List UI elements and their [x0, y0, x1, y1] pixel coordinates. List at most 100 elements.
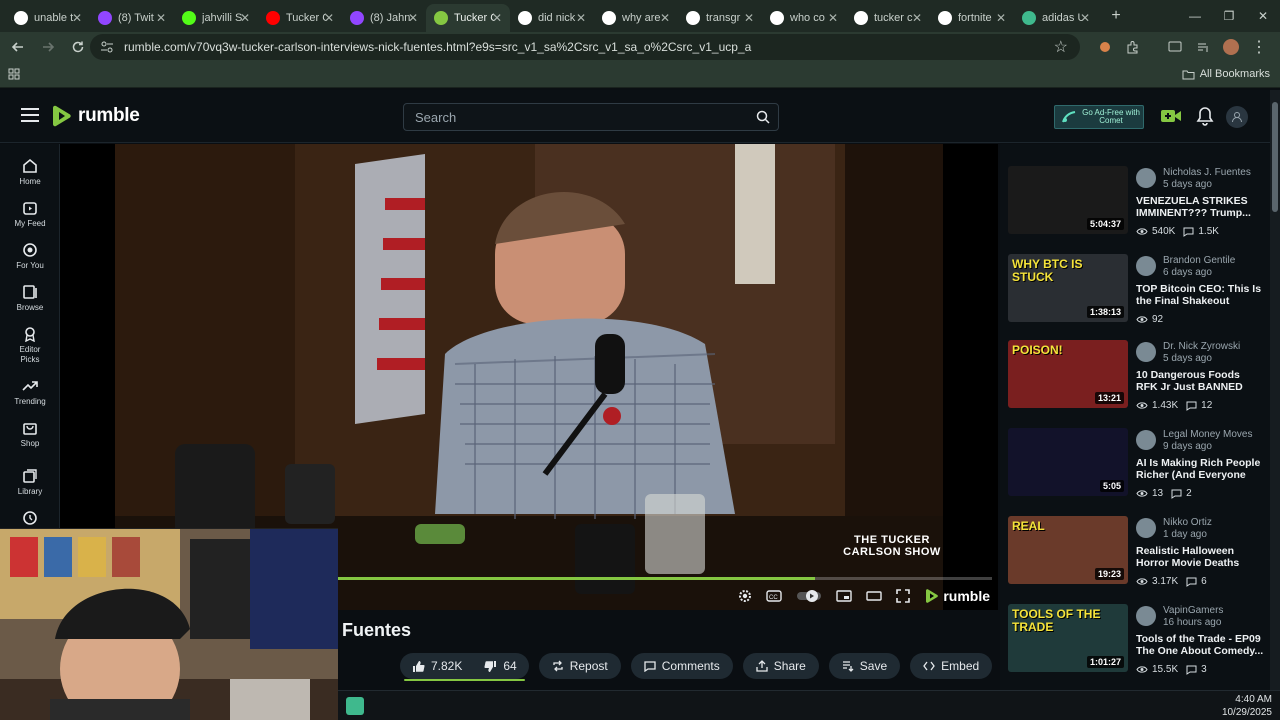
nav-trending[interactable]: Trending	[0, 378, 60, 407]
close-tab-icon[interactable]: ✕	[156, 11, 166, 25]
user-avatar[interactable]	[1226, 106, 1248, 128]
taskbar-app-icon[interactable]	[346, 697, 364, 715]
scrollbar-thumb[interactable]	[1272, 102, 1278, 212]
browser-tab[interactable]: why are ✕	[594, 4, 678, 32]
nav-shop[interactable]: Shop	[0, 420, 60, 449]
close-tab-icon[interactable]: ✕	[912, 11, 922, 25]
extension-icon[interactable]	[1094, 36, 1116, 58]
channel-name[interactable]: VapinGamers	[1163, 605, 1223, 616]
comments-button[interactable]: Comments	[630, 653, 733, 679]
channel-name[interactable]: Nikko Ortiz	[1163, 517, 1212, 528]
omnibox[interactable]: rumble.com/v70vq3w-tucker-carlson-interv…	[90, 34, 1080, 60]
recommendation-item[interactable]: TOOLS OF THE TRADE 1:01:27 VapinGamers 16 h…	[1008, 604, 1266, 684]
thumbs-down-icon[interactable]	[484, 660, 497, 673]
channel-avatar[interactable]	[1136, 168, 1156, 188]
thumbs-up-icon[interactable]	[412, 660, 425, 673]
site-info-icon[interactable]	[100, 40, 114, 54]
fullscreen-icon[interactable]	[896, 589, 911, 603]
profile-avatar[interactable]	[1220, 36, 1242, 58]
system-clock[interactable]: 4:40 AM 10/29/2025	[1222, 693, 1272, 719]
new-tab-button[interactable]: +	[1102, 2, 1130, 30]
upload-video-icon[interactable]	[1160, 107, 1182, 125]
back-button[interactable]	[4, 33, 32, 61]
close-tab-icon[interactable]: ✕	[324, 11, 334, 25]
channel-name[interactable]: Dr. Nick Zyrowski	[1163, 341, 1240, 352]
channel-avatar[interactable]	[1136, 256, 1156, 276]
bookmark-star-icon[interactable]: ☆	[1054, 37, 1068, 57]
progress-bar[interactable]	[338, 577, 992, 580]
all-bookmarks-button[interactable]: All Bookmarks	[1182, 68, 1270, 80]
close-tab-icon[interactable]: ✕	[1080, 11, 1090, 25]
browser-tab[interactable]: adidas U ✕	[1014, 4, 1098, 32]
dislike-count[interactable]: 64	[503, 659, 516, 673]
close-tab-icon[interactable]: ✕	[744, 11, 754, 25]
close-tab-icon[interactable]: ✕	[240, 11, 250, 25]
restore-button[interactable]: ❐	[1212, 0, 1246, 32]
channel-name[interactable]: Nicholas J. Fuentes	[1163, 167, 1251, 178]
go-ad-free-button[interactable]: Go Ad-Free with Comet	[1054, 105, 1144, 129]
recommendation-thumbnail[interactable]: WHY BTC IS STUCK 1:38:13	[1008, 254, 1128, 322]
recommendation-thumbnail[interactable]: TOOLS OF THE TRADE 1:01:27	[1008, 604, 1128, 672]
nav-browse[interactable]: Browse	[0, 284, 60, 313]
browser-tab[interactable]: tucker c ✕	[846, 4, 930, 32]
nav-for-you[interactable]: For You	[0, 242, 60, 271]
browser-tab[interactable]: transgr ✕	[678, 4, 762, 32]
browser-tab[interactable]: did nick ✕	[510, 4, 594, 32]
browser-tab[interactable]: unable t ✕	[6, 4, 90, 32]
forward-button[interactable]	[34, 33, 62, 61]
browser-tab[interactable]: Tucker C ✕	[426, 4, 510, 32]
nav-library[interactable]: Library	[0, 468, 60, 497]
rumble-logo[interactable]: rumble	[50, 104, 140, 128]
recommendation-title[interactable]: TOP Bitcoin CEO: This Is the Final Shake…	[1136, 283, 1264, 307]
channel-name[interactable]: Legal Money Moves	[1163, 429, 1253, 440]
browser-tab[interactable]: who co ✕	[762, 4, 846, 32]
share-button[interactable]: Share	[742, 653, 819, 679]
channel-avatar[interactable]	[1136, 606, 1156, 626]
recommendation-title[interactable]: 10 Dangerous Foods RFK Jr Just BANNED	[1136, 369, 1264, 393]
nav-editor-picks[interactable]: Editor Picks	[0, 326, 60, 365]
close-tab-icon[interactable]: ✕	[660, 11, 670, 25]
recommendation-title[interactable]: Realistic Halloween Horror Movie Deaths	[1136, 545, 1264, 569]
autoplay-toggle-icon[interactable]	[796, 589, 822, 603]
channel-avatar[interactable]	[1136, 430, 1156, 450]
hamburger-menu-icon[interactable]	[20, 107, 40, 123]
like-count[interactable]: 7.82K	[431, 659, 462, 673]
kebab-menu-icon[interactable]: ⋮	[1248, 36, 1270, 58]
reload-button[interactable]	[64, 33, 92, 61]
browser-tab[interactable]: (8) Twit ✕	[90, 4, 174, 32]
recommendation-thumbnail[interactable]: POISON! 13:21	[1008, 340, 1128, 408]
nav-history[interactable]	[0, 510, 60, 529]
minimize-button[interactable]: —	[1178, 0, 1212, 32]
recommendation-item[interactable]: WHY BTC IS STUCK 1:38:13 Brandon Gentile 6 …	[1008, 254, 1266, 334]
browser-tab[interactable]: fortnite ✕	[930, 4, 1014, 32]
close-tab-icon[interactable]: ✕	[996, 11, 1006, 25]
url-text[interactable]: rumble.com/v70vq3w-tucker-carlson-interv…	[124, 40, 751, 54]
player-rumble-logo[interactable]: rumble	[924, 588, 990, 604]
miniplayer-icon[interactable]	[836, 590, 853, 602]
browser-tab[interactable]: jahvilli S ✕	[174, 4, 258, 32]
apps-grid-icon[interactable]	[8, 68, 20, 80]
channel-avatar[interactable]	[1136, 518, 1156, 538]
nav-my-feed[interactable]: My Feed	[0, 200, 60, 229]
media-icon[interactable]	[1192, 36, 1214, 58]
channel-name[interactable]: Brandon Gentile	[1163, 255, 1235, 266]
recommendation-item[interactable]: 5:05 Legal Money Moves 9 days ago AI Is Mak…	[1008, 428, 1266, 508]
recommendation-item[interactable]: REAL 19:23 Nikko Ortiz 1 day ago Realistic H…	[1008, 516, 1266, 596]
recommendation-thumbnail[interactable]: 5:05	[1008, 428, 1128, 496]
browser-tab[interactable]: Tucker C ✕	[258, 4, 342, 32]
close-tab-icon[interactable]: ✕	[408, 11, 418, 25]
closed-captions-icon[interactable]: CC	[766, 590, 783, 602]
close-tab-icon[interactable]: ✕	[492, 11, 502, 25]
search-input[interactable]	[404, 104, 744, 130]
close-tab-icon[interactable]: ✕	[576, 11, 586, 25]
close-window-button[interactable]: ✕	[1246, 0, 1280, 32]
recommendation-thumbnail[interactable]: 5:04:37	[1008, 166, 1128, 234]
repost-button[interactable]: Repost	[538, 653, 621, 679]
puzzle-icon[interactable]	[1122, 36, 1144, 58]
recommendation-title[interactable]: VENEZUELA STRIKES IMMINENT??? Trump...	[1136, 195, 1264, 219]
cast-icon[interactable]	[1164, 36, 1186, 58]
notification-bell-icon[interactable]	[1196, 106, 1214, 126]
recommendation-item[interactable]: POISON! 13:21 Dr. Nick Zyrowski 5 days ago 1…	[1008, 340, 1266, 420]
save-button[interactable]: Save	[828, 653, 901, 679]
recommendation-title[interactable]: Tools of the Trade - EP09 The One About …	[1136, 633, 1264, 657]
